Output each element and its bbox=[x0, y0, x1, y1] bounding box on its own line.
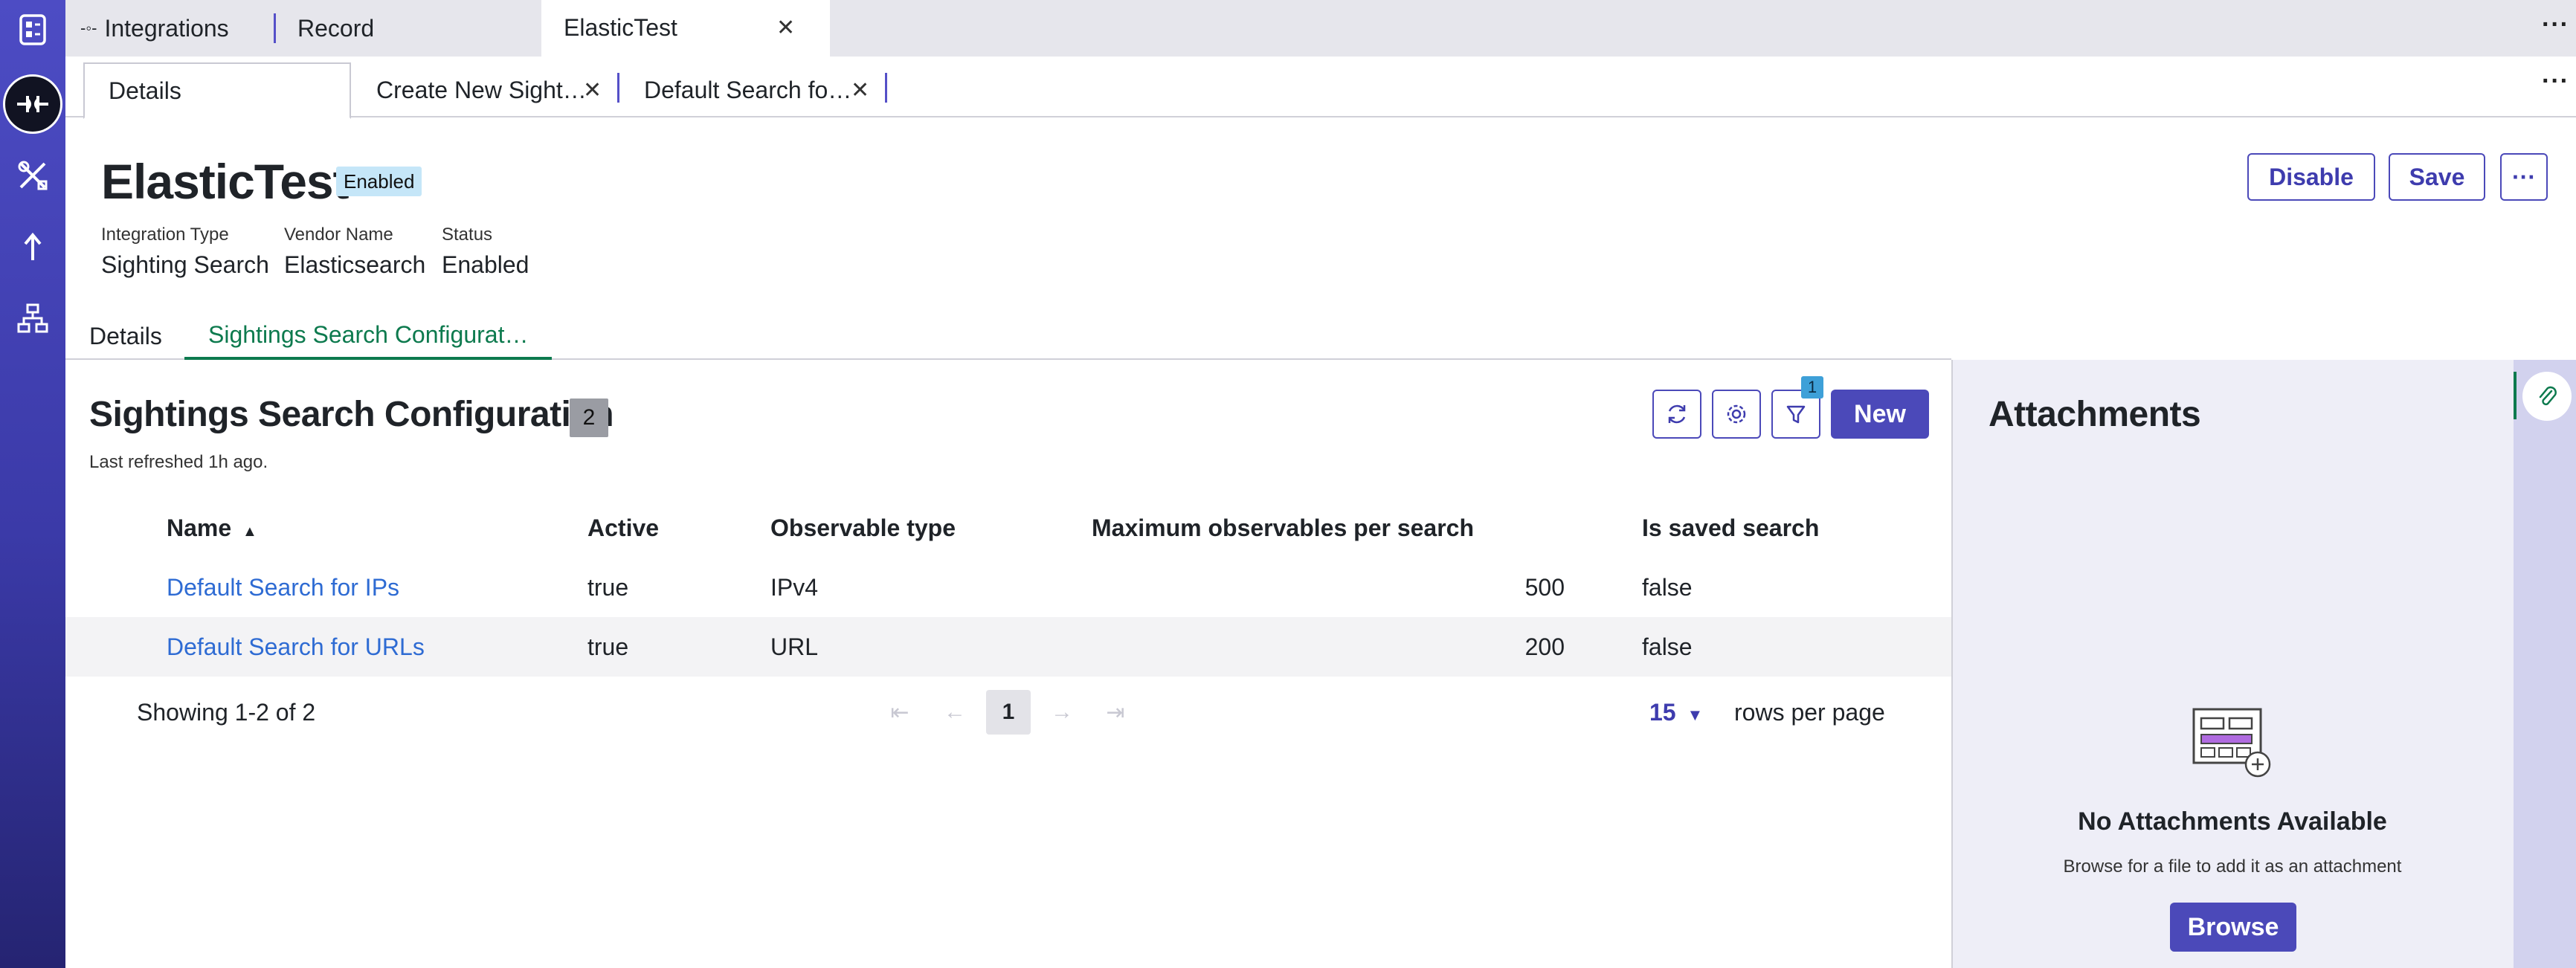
table-row[interactable]: Default Search for IPs true IPv4 500 fal… bbox=[65, 558, 1951, 617]
column-header-observable-type[interactable]: Observable type bbox=[770, 514, 956, 542]
last-page-icon[interactable]: ⇥ bbox=[1093, 690, 1138, 735]
column-header-active[interactable]: Active bbox=[587, 514, 659, 542]
caret-down-icon: ▼ bbox=[1687, 706, 1704, 724]
observable-type-cell: URL bbox=[770, 633, 819, 660]
left-rail bbox=[0, 0, 65, 968]
page-title: ElasticTest bbox=[101, 154, 350, 209]
column-header-name[interactable]: Name ▲ bbox=[167, 514, 257, 542]
more-subtabs-icon[interactable]: ··· bbox=[2542, 67, 2569, 96]
is-saved-search-cell: false bbox=[1642, 633, 1693, 660]
paperclip-icon bbox=[2539, 386, 2557, 406]
upload-arrow-icon[interactable] bbox=[12, 226, 54, 268]
status-value: Enabled bbox=[442, 251, 529, 278]
current-page-button[interactable]: 1 bbox=[986, 690, 1031, 735]
tab-create-new-sighting[interactable]: Create New Sight… ✕ bbox=[376, 62, 651, 117]
filter-icon bbox=[1786, 405, 1806, 424]
sort-ascending-icon: ▲ bbox=[242, 523, 257, 540]
close-icon[interactable]: ✕ bbox=[583, 77, 602, 103]
tab-label: Details bbox=[109, 77, 181, 104]
rows-per-page-value: 15 bbox=[1649, 699, 1676, 726]
previous-page-icon[interactable]: ← bbox=[933, 690, 977, 735]
column-header-max-observables[interactable]: Maximum observables per search bbox=[1092, 514, 1474, 542]
section-tab-bar: Details Sightings Search Configurat… bbox=[65, 312, 1951, 360]
close-icon[interactable]: ✕ bbox=[776, 15, 795, 41]
window-tab-bar: -◦- Integrations Record ✕ ElasticTest ✕ … bbox=[65, 0, 2576, 57]
integrations-rail-icon[interactable] bbox=[3, 74, 62, 134]
record-tab-bar: Details Create New Sight… ✕ Default Sear… bbox=[65, 57, 2576, 119]
save-button[interactable]: Save bbox=[2389, 153, 2485, 201]
column-header-label: Name bbox=[167, 514, 232, 541]
record-link[interactable]: Default Search for URLs bbox=[167, 633, 425, 661]
status-label: Status bbox=[442, 225, 493, 245]
tab-details[interactable]: Details bbox=[83, 62, 351, 119]
tab-divider bbox=[885, 73, 887, 103]
vendor-name-value: Elasticsearch bbox=[284, 251, 426, 278]
max-observables-cell: 200 bbox=[1524, 633, 1565, 660]
tab-section-details[interactable]: Details bbox=[89, 312, 162, 360]
tab-section-sightings[interactable]: Sightings Search Configurat… bbox=[184, 312, 553, 360]
is-saved-search-cell: false bbox=[1642, 574, 1693, 601]
close-icon[interactable]: ✕ bbox=[851, 77, 869, 103]
settings-button[interactable] bbox=[1712, 390, 1761, 439]
empty-attachments-title: No Attachments Available bbox=[2078, 807, 2387, 836]
right-side-strip bbox=[2514, 360, 2576, 968]
filter-count-badge: 1 bbox=[1801, 376, 1823, 399]
more-tabs-icon[interactable]: ··· bbox=[2542, 10, 2569, 39]
tab-elastictest[interactable]: ElasticTest ✕ bbox=[541, 0, 830, 57]
last-refreshed-text: Last refreshed 1h ago. bbox=[89, 452, 268, 472]
panel-title: Sightings Search Configuration bbox=[89, 395, 614, 434]
tab-label: Create New Sight… bbox=[376, 76, 587, 103]
new-button[interactable]: New bbox=[1831, 390, 1929, 439]
tab-default-search[interactable]: Default Search fo… ✕ bbox=[644, 62, 919, 117]
rows-per-page-label: rows per page bbox=[1734, 699, 1885, 726]
tab-label: Record bbox=[297, 14, 375, 42]
tab-label: Details bbox=[89, 322, 162, 349]
tab-divider bbox=[617, 73, 619, 103]
column-header-is-saved-search[interactable]: Is saved search bbox=[1642, 514, 1819, 542]
more-actions-button[interactable]: ··· bbox=[2500, 153, 2548, 201]
tab-integrations[interactable]: -◦- Integrations bbox=[80, 0, 259, 57]
attachments-title: Attachments bbox=[1989, 395, 2201, 434]
tab-label: Sightings Search Configurat… bbox=[208, 320, 529, 348]
status-badge: Enabled bbox=[336, 167, 422, 196]
tab-divider bbox=[274, 13, 276, 43]
empty-attachment-icon bbox=[2191, 706, 2277, 781]
integration-icon: -◦- bbox=[80, 19, 97, 37]
side-panel-indicator bbox=[2514, 372, 2517, 419]
tab-label: Integrations bbox=[104, 14, 229, 42]
record-count-badge: 2 bbox=[570, 399, 608, 437]
tools-icon[interactable] bbox=[12, 155, 54, 196]
tab-label: ElasticTest bbox=[564, 13, 677, 41]
tab-label: Default Search fo… bbox=[644, 76, 852, 103]
first-page-icon[interactable]: ⇤ bbox=[878, 690, 922, 735]
record-link[interactable]: Default Search for IPs bbox=[167, 574, 399, 601]
attachments-toggle-button[interactable] bbox=[2522, 372, 2572, 421]
refresh-button[interactable] bbox=[1652, 390, 1701, 439]
max-observables-cell: 500 bbox=[1524, 574, 1565, 601]
gear-icon bbox=[1727, 404, 1746, 424]
vendor-name-label: Vendor Name bbox=[284, 225, 393, 245]
observable-type-cell: IPv4 bbox=[770, 574, 819, 601]
dashboard-icon[interactable] bbox=[12, 9, 54, 51]
refresh-icon bbox=[1668, 404, 1686, 424]
disable-button[interactable]: Disable bbox=[2247, 153, 2375, 201]
active-cell: true bbox=[587, 574, 629, 601]
org-chart-icon[interactable] bbox=[12, 297, 54, 339]
showing-count-text: Showing 1-2 of 2 bbox=[137, 699, 316, 726]
rows-per-page-select[interactable]: 15 ▼ bbox=[1649, 699, 1703, 726]
table-row[interactable]: Default Search for URLs true URL 200 fal… bbox=[65, 617, 1951, 677]
next-page-icon[interactable]: → bbox=[1040, 690, 1084, 735]
empty-attachments-subtitle: Browse for a file to add it as an attach… bbox=[2063, 856, 2402, 877]
active-cell: true bbox=[587, 633, 629, 660]
integration-type-label: Integration Type bbox=[101, 225, 229, 245]
integration-type-value: Sighting Search bbox=[101, 251, 269, 278]
browse-button[interactable]: Browse bbox=[2170, 903, 2296, 952]
